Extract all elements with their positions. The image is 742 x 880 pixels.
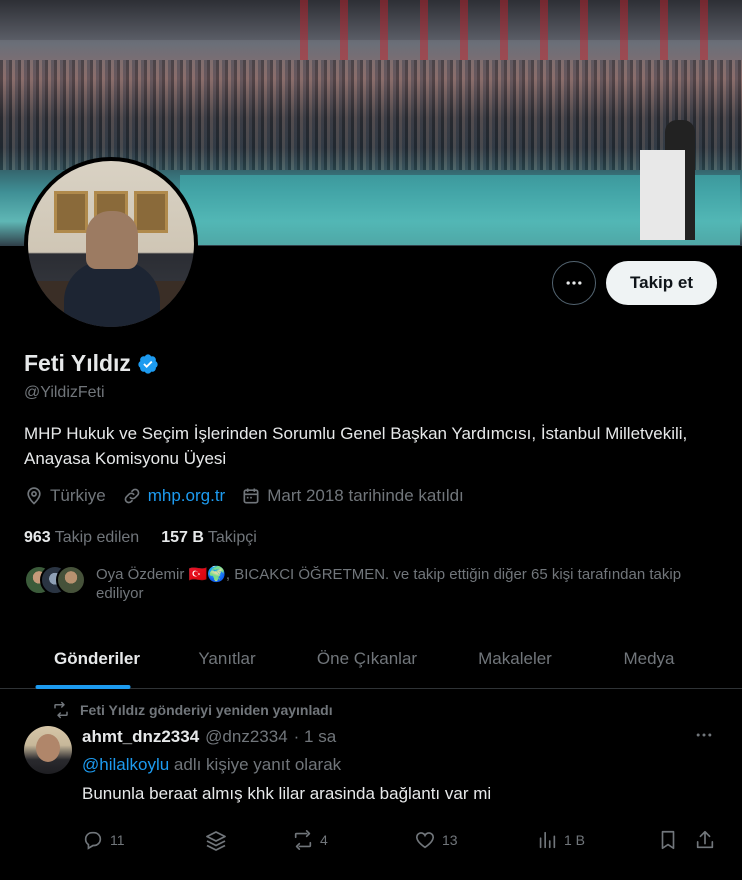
location-text: Türkiye — [50, 486, 106, 505]
profile-meta: Türkiye mhp.org.tr Mart 2018 tarihinde k… — [24, 486, 480, 506]
avatar-face — [86, 211, 138, 269]
post-actions: 11 4 13 1 B — [82, 829, 722, 853]
reply-icon — [84, 831, 102, 850]
profile-stats: 963 Takip edilen 157 B Takipçi — [24, 529, 279, 547]
like-count: 13 — [442, 832, 458, 848]
views-count: 1 B — [564, 832, 586, 848]
post-header: ahmt_dnz2334 @dnz2334 · 1 sa — [82, 727, 336, 747]
following-count: 963 — [24, 529, 51, 546]
website-item[interactable]: mhp.org.tr — [122, 486, 225, 506]
followers-count: 157 B — [161, 529, 204, 546]
grok-button[interactable] — [204, 829, 234, 853]
followed-by-text: Oya Özdemir 🇹🇷🌍, BICAKCI ÖĞRETMEN. ve ta… — [96, 566, 682, 602]
follow-button[interactable]: Takip et — [606, 261, 717, 305]
banner-flags — [300, 0, 740, 60]
link-icon — [124, 488, 140, 504]
portrait-frame — [134, 191, 168, 233]
location-pin-icon — [27, 487, 41, 505]
bar-chart-icon — [539, 831, 556, 849]
post-more-button[interactable] — [694, 725, 714, 750]
share-icon — [696, 830, 714, 849]
profile-name: Feti Yıldız — [24, 350, 131, 376]
tab-label: Medya — [623, 648, 675, 668]
layers-icon — [206, 831, 226, 851]
reply-to-line: @hilalkoylu adlı kişiye yanıt olarak — [82, 755, 341, 775]
tab-label: Gönderiler — [54, 648, 140, 668]
share-button[interactable] — [694, 829, 722, 851]
joined-item: Mart 2018 tarihinde katıldı — [241, 486, 464, 506]
verified-badge-icon[interactable] — [137, 353, 159, 375]
repost-notice: Feti Yıldız gönderiyi yeniden yayınladı — [52, 701, 333, 719]
bookmark-button[interactable] — [657, 829, 685, 851]
post-author-avatar[interactable] — [24, 726, 72, 774]
followed-by[interactable]: Oya Özdemir 🇹🇷🌍, BICAKCI ÖĞRETMEN. ve ta… — [24, 565, 716, 603]
followed-by-avatars — [24, 565, 88, 595]
banner-podium — [640, 150, 685, 240]
post-time[interactable]: · 1 sa — [294, 727, 337, 747]
like-button[interactable]: 13 — [414, 829, 458, 851]
repost-count: 4 — [320, 832, 328, 848]
location-item: Türkiye — [24, 486, 106, 506]
followers-stat[interactable]: 157 B Takipçi — [161, 529, 257, 547]
tab-media[interactable]: Medya — [556, 628, 742, 689]
more-options-button[interactable] — [552, 261, 596, 305]
portrait-frame — [54, 191, 88, 233]
more-dots-icon — [566, 281, 582, 285]
reply-to-handle[interactable]: @hilalkoylu — [82, 755, 169, 774]
tab-posts[interactable]: Gönderiler — [0, 628, 194, 689]
profile-avatar[interactable] — [24, 157, 198, 331]
following-label: Takip edilen — [54, 529, 140, 546]
profile-bio: MHP Hukuk ve Seçim İşlerinden Sorumlu Ge… — [24, 424, 688, 468]
profile-name-row: Feti Yıldız — [24, 350, 159, 377]
avatar-body — [64, 261, 160, 327]
website-link[interactable]: mhp.org.tr — [148, 486, 225, 506]
avatar — [56, 565, 86, 595]
tab-label: Makaleler — [478, 648, 552, 668]
reply-count: 11 — [110, 832, 125, 848]
following-stat[interactable]: 963 Takip edilen — [24, 529, 139, 547]
tab-highlights[interactable]: Öne Çıkanlar — [260, 628, 474, 689]
post-author-handle[interactable]: @dnz2334 — [205, 727, 288, 747]
post-author-name[interactable]: ahmt_dnz2334 — [82, 727, 199, 747]
reply-button[interactable]: 11 — [82, 829, 125, 851]
heart-icon — [415, 832, 435, 849]
profile-tabs: Gönderiler Yanıtlar Öne Çıkanlar Makalel… — [0, 628, 742, 689]
banner-crowd — [0, 60, 742, 170]
repost-notice-text: Feti Yıldız gönderiyi yeniden yayınladı — [80, 702, 333, 718]
more-dots-icon — [696, 733, 712, 737]
profile-handle: @YildizFeti — [24, 384, 105, 401]
tab-replies[interactable]: Yanıtlar — [194, 628, 260, 689]
bookmark-icon — [661, 830, 675, 850]
views-button[interactable]: 1 B — [536, 829, 585, 851]
repost-icon — [294, 830, 312, 850]
tab-label: Öne Çıkanlar — [316, 648, 418, 668]
tab-articles[interactable]: Makaleler — [474, 628, 556, 689]
calendar-icon — [243, 488, 259, 504]
post-text: Bununla beraat almış khk lilar arasinda … — [82, 784, 492, 803]
repost-button[interactable]: 4 — [292, 829, 328, 851]
followers-label: Takipçi — [207, 529, 257, 546]
tab-label: Yanıtlar — [198, 648, 256, 668]
post[interactable]: Feti Yıldız gönderiyi yeniden yayınladı … — [0, 689, 742, 880]
joined-text: Mart 2018 tarihinde katıldı — [267, 486, 464, 505]
repost-icon — [54, 701, 68, 719]
reply-to-suffix: adlı kişiye yanıt olarak — [169, 755, 342, 774]
avatar-image — [28, 161, 194, 327]
